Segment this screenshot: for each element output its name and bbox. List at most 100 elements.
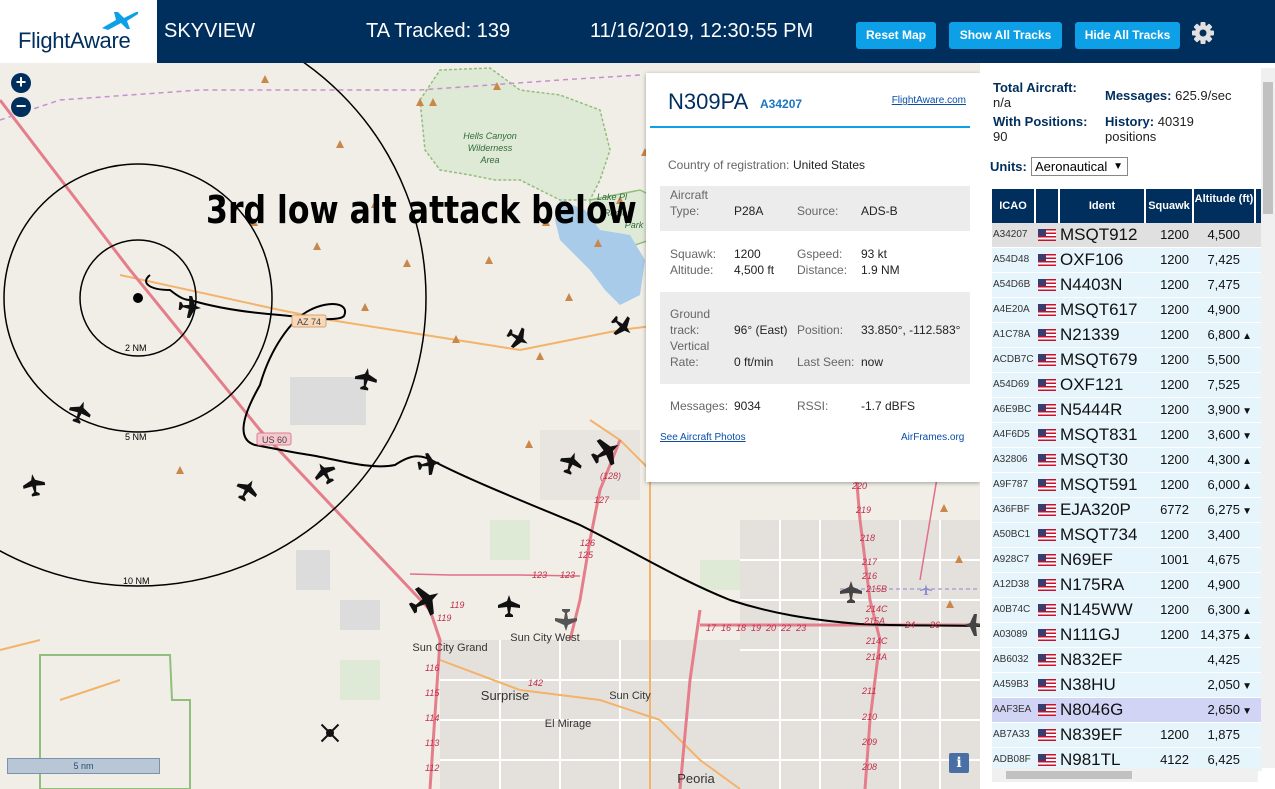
table-row[interactable]: A1C78A N21339 1200 6,800 ▲ <box>992 323 1262 348</box>
road-label-119b: 119 <box>437 613 451 623</box>
row-squawk: 1200 <box>1160 277 1189 292</box>
gear-icon[interactable] <box>1190 20 1216 46</box>
table-row[interactable]: A34207 MSQT912 1200 4,500 <box>992 223 1262 248</box>
us-flag-icon <box>1038 629 1056 641</box>
history-value: 40319 <box>1157 114 1194 129</box>
row-icao: AB7A33 <box>993 729 1030 740</box>
row-altitude-value: 7,475 <box>1207 277 1240 292</box>
source-value: ADS-B <box>861 204 898 218</box>
row-altitude-value: 14,375 <box>1200 627 1240 642</box>
col-header-icao[interactable]: ICAO <box>992 189 1034 223</box>
road-label-128: (128) <box>600 471 621 481</box>
row-altitude-value: 5,500 <box>1207 352 1240 367</box>
airframes-link[interactable]: AirFrames.org <box>901 432 964 443</box>
history-stat: History: 40319 positions <box>1105 114 1194 144</box>
col-header-flag[interactable] <box>1036 189 1058 223</box>
show-all-tracks-button[interactable]: Show All Tracks <box>949 22 1062 49</box>
table-row[interactable]: A32806 MSQT30 1200 4,300 ▲ <box>992 448 1262 473</box>
table-row[interactable]: A928C7 N69EF 1001 4,675 <box>992 548 1262 573</box>
squawk-value: 1200 <box>734 247 761 261</box>
row-altitude-value: 4,675 <box>1207 552 1240 567</box>
row-flag-cell <box>1036 373 1058 397</box>
flightaware-link[interactable]: FlightAware.com <box>892 95 966 106</box>
row-squawk: 1200 <box>1160 402 1189 417</box>
scale-bar: 5 nm <box>7 758 160 774</box>
row-altitude-value: 4,900 <box>1207 577 1240 592</box>
zoom-out-button[interactable]: − <box>11 97 31 117</box>
row-flag-cell <box>1036 473 1058 497</box>
row-ident: N832EF <box>1060 650 1123 669</box>
row-altitude: 14,375 ▲ <box>1194 623 1254 647</box>
history-label: History: <box>1105 114 1155 129</box>
table-row[interactable]: A12D38 N175RA 1200 4,900 <box>992 573 1262 598</box>
road-label-us60: US 60 <box>262 435 287 445</box>
col-header-squawk[interactable]: Squawk <box>1146 189 1192 223</box>
col-header-ident[interactable]: Ident <box>1060 189 1144 223</box>
row-altitude: 7,525 <box>1194 373 1254 397</box>
table-row[interactable]: AB7A33 N839EF 1200 1,875 <box>992 723 1262 748</box>
row-icao: A1C78A <box>993 329 1031 340</box>
row-squawk: 1200 <box>1160 477 1189 492</box>
row-altitude-value: 3,600 <box>1207 427 1240 442</box>
row-flag-cell <box>1036 323 1058 347</box>
table-row[interactable]: AAF3EA N8046G 2,650 ▼ <box>992 698 1262 723</box>
top-header: FlightAware SKYVIEW TA Tracked: 139 11/1… <box>0 0 1275 63</box>
chevron-down-icon: ▼ <box>1113 161 1123 172</box>
table-row[interactable]: A54D48 OXF106 1200 7,425 <box>992 248 1262 273</box>
row-squawk: 1001 <box>1160 552 1189 567</box>
total-aircraft-value: n/a <box>993 95 1012 110</box>
row-icao: AAF3EA <box>993 704 1032 715</box>
road-label-116: 116 <box>425 663 439 673</box>
road-label-217: 217 <box>861 557 878 567</box>
table-row[interactable]: A54D6B N4403N 1200 7,475 <box>992 273 1262 298</box>
col-header-altitude[interactable]: Altitude (ft) <box>1194 189 1254 223</box>
row-altitude: 3,400 <box>1194 523 1254 547</box>
row-flag-cell <box>1036 423 1058 447</box>
row-ident: OXF121 <box>1060 375 1124 394</box>
row-flag-cell <box>1036 498 1058 522</box>
table-row[interactable]: A6E9BC N5444R 1200 3,900 ▼ <box>992 398 1262 423</box>
table-row[interactable]: A03089 N111GJ 1200 14,375 ▲ <box>992 623 1262 648</box>
table-row[interactable]: A36FBF EJA320P 6772 6,275 ▼ <box>992 498 1262 523</box>
table-row[interactable]: ACDB7C MSQT679 1200 5,500 <box>992 348 1262 373</box>
road-label-115: 115 <box>425 688 440 698</box>
flightaware-logo[interactable]: FlightAware <box>0 0 157 63</box>
row-flag-cell <box>1036 298 1058 322</box>
row-squawk: 6772 <box>1160 502 1189 517</box>
units-select[interactable]: Aeronautical ▼ <box>1031 157 1128 176</box>
info-button[interactable]: i <box>949 753 969 773</box>
table-row[interactable]: A54D69 OXF121 1200 7,525 <box>992 373 1262 398</box>
table-row[interactable]: AB6032 N832EF 4,425 <box>992 648 1262 673</box>
table-row[interactable]: A459B3 N38HU 2,050 ▼ <box>992 673 1262 698</box>
reset-map-button[interactable]: Reset Map <box>856 22 936 49</box>
sidebar-horizontal-scroll-thumb[interactable] <box>1006 771 1132 779</box>
see-aircraft-photos-link[interactable]: See Aircraft Photos <box>660 432 746 443</box>
sidebar-vertical-scroll-thumb[interactable] <box>1263 82 1273 214</box>
us-flag-icon <box>1038 329 1056 341</box>
row-icao: A4F6D5 <box>993 429 1030 440</box>
place-label-peoria: Peoria <box>677 771 715 786</box>
urban-block-3 <box>340 600 380 630</box>
table-row[interactable]: A0B74C N145WW 1200 6,300 ▲ <box>992 598 1262 623</box>
row-icao: A54D69 <box>993 379 1030 390</box>
row-ident: EJA320P <box>1060 500 1131 519</box>
row-altitude-value: 4,300 <box>1207 452 1240 467</box>
zoom-in-button[interactable]: + <box>11 73 31 93</box>
row-ident: MSQT734 <box>1060 525 1138 544</box>
table-row[interactable]: A4E20A MSQT617 1200 4,900 <box>992 298 1262 323</box>
hide-all-tracks-button[interactable]: Hide All Tracks <box>1075 22 1180 49</box>
row-squawk: 1200 <box>1160 452 1189 467</box>
altitude-label: Altitude: <box>670 263 714 277</box>
road-label-218: 218 <box>859 533 875 543</box>
road-label-az74: AZ 74 <box>297 317 321 327</box>
table-row[interactable]: A9F787 MSQT591 1200 6,000 ▲ <box>992 473 1262 498</box>
row-icao: A928C7 <box>993 554 1030 565</box>
country-label: Country of registration: <box>668 158 790 172</box>
row-flag-cell <box>1036 673 1058 697</box>
row-squawk: 1200 <box>1160 727 1189 742</box>
row-flag-cell <box>1036 648 1058 672</box>
row-flag-cell <box>1036 398 1058 422</box>
table-row[interactable]: A4F6D5 MSQT831 1200 3,600 ▼ <box>992 423 1262 448</box>
table-row[interactable]: A50BC1 MSQT734 1200 3,400 <box>992 523 1262 548</box>
helicopter-icon <box>320 723 340 743</box>
